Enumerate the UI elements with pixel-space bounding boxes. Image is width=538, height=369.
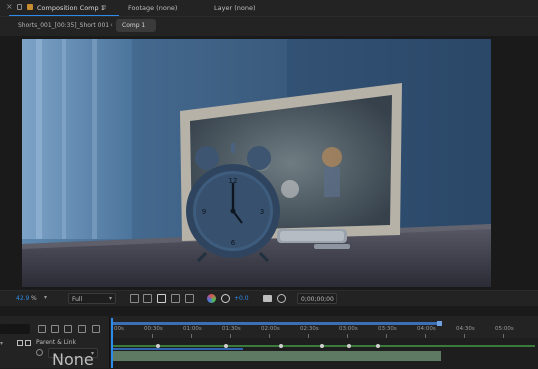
- comp-mini-flowchart-icon[interactable]: [38, 325, 46, 333]
- viewer-controls: 42.9 % ▾ Full ▾ +0.0 0;00;00;00: [0, 290, 538, 306]
- keyframe[interactable]: [224, 344, 228, 348]
- viewer-frame-image: 12 3 6 9: [22, 39, 491, 287]
- work-area-bar[interactable]: [111, 322, 441, 325]
- breadcrumb-current[interactable]: Comp 1: [116, 19, 156, 32]
- panel-menu-icon[interactable]: ≡: [101, 3, 107, 11]
- svg-text:3: 3: [260, 208, 264, 216]
- lock-checkbox[interactable]: [25, 340, 31, 346]
- resolution-label: Full: [72, 296, 83, 303]
- parent-dropdown[interactable]: None ▾: [48, 348, 98, 369]
- svg-text:12: 12: [229, 177, 238, 185]
- zoom-dropdown-caret[interactable]: ▾: [44, 294, 47, 301]
- pickwhip-icon[interactable]: [36, 349, 43, 356]
- ruler-tick: 03:00s: [339, 326, 358, 332]
- track-line-blue: [113, 348, 243, 350]
- zoom-value[interactable]: 42.9: [16, 295, 29, 302]
- ruler-tick: 01:00s: [183, 326, 202, 332]
- tab-footage[interactable]: Footage (none): [128, 4, 177, 12]
- layer-bar[interactable]: [113, 351, 441, 361]
- layer-columns: ▾ Parent & Link None ▾: [0, 316, 110, 369]
- mask-visibility-icon[interactable]: [185, 294, 194, 303]
- zoom-unit: %: [31, 295, 37, 302]
- timeline-panel: ▾ Parent & Link None ▾ 00s 00:30s 01:00s…: [0, 316, 538, 369]
- breadcrumb: Shorts_001_[00:35]_Short 001 ‹ Comp 1: [0, 17, 538, 36]
- chevron-left-icon: ‹: [110, 21, 113, 29]
- snapshot-icon[interactable]: [263, 295, 272, 302]
- playhead[interactable]: [111, 318, 113, 368]
- exposure-value[interactable]: +0.0: [234, 295, 249, 302]
- transparency-grid-icon[interactable]: [157, 294, 166, 303]
- resolution-dropdown[interactable]: Full ▾: [68, 293, 116, 304]
- keyframe[interactable]: [347, 344, 351, 348]
- ruler-tick: 00s: [114, 326, 124, 332]
- chevron-down-icon[interactable]: ▾: [0, 340, 3, 347]
- panel-divider: [0, 306, 538, 316]
- grid-icon[interactable]: [143, 294, 152, 303]
- ruler-tick: 05:00s: [495, 326, 514, 332]
- draft-3d-icon[interactable]: [51, 325, 59, 333]
- ruler-tick: 00:30s: [144, 326, 163, 332]
- layer-track[interactable]: [111, 338, 538, 368]
- ruler-tick: 01:30s: [222, 326, 241, 332]
- breadcrumb-parent[interactable]: Shorts_001_[00:35]_Short 001: [18, 22, 109, 29]
- show-snapshot-icon[interactable]: [277, 294, 286, 303]
- keyframe[interactable]: [320, 344, 324, 348]
- keyframe[interactable]: [376, 344, 380, 348]
- timecode-value: 0;00;00;00: [301, 296, 334, 303]
- frame-blending-icon[interactable]: [78, 325, 86, 333]
- parent-value: None: [52, 350, 94, 369]
- ruler-tick: 02:30s: [300, 326, 319, 332]
- ruler-tick: 03:30s: [378, 326, 397, 332]
- ruler-tick: 04:30s: [456, 326, 475, 332]
- lock-icon[interactable]: [17, 4, 22, 10]
- chevron-down-icon: ▾: [108, 295, 112, 302]
- shy-layers-icon[interactable]: [64, 325, 72, 333]
- time-ruler[interactable]: 00s 00:30s 01:00s 01:30s 02:00s 02:30s 0…: [111, 316, 538, 338]
- svg-text:6: 6: [231, 239, 236, 247]
- timecode-field[interactable]: 0;00;00;00: [297, 293, 337, 304]
- tab-layer[interactable]: Layer (none): [214, 4, 255, 12]
- panel-tab-bar: × Composition Comp 1 ≡ Footage (none) La…: [0, 0, 538, 17]
- composition-icon: [27, 4, 33, 10]
- ruler-tick: 02:00s: [261, 326, 280, 332]
- ruler-tick: 04:00s: [417, 326, 436, 332]
- exposure-icon[interactable]: [221, 294, 230, 303]
- alarm-clock-photo: 12 3 6 9: [22, 39, 491, 287]
- color-channels-icon[interactable]: [207, 294, 216, 303]
- svg-text:9: 9: [202, 208, 206, 216]
- track-line: [113, 345, 535, 347]
- tab-composition[interactable]: Composition Comp 1: [9, 4, 119, 16]
- close-icon[interactable]: ×: [6, 3, 14, 11]
- parent-link-header: Parent & Link: [36, 339, 76, 346]
- region-of-interest-icon[interactable]: [171, 294, 180, 303]
- search-input[interactable]: [0, 324, 30, 334]
- solo-checkbox[interactable]: [17, 340, 23, 346]
- composition-viewer[interactable]: 12 3 6 9: [0, 36, 538, 290]
- fit-icon[interactable]: [130, 294, 139, 303]
- work-area-end-handle[interactable]: [437, 321, 442, 326]
- motion-blur-icon[interactable]: [92, 325, 100, 333]
- chevron-down-icon: ▾: [90, 350, 94, 357]
- keyframe[interactable]: [279, 344, 283, 348]
- keyframe[interactable]: [156, 344, 160, 348]
